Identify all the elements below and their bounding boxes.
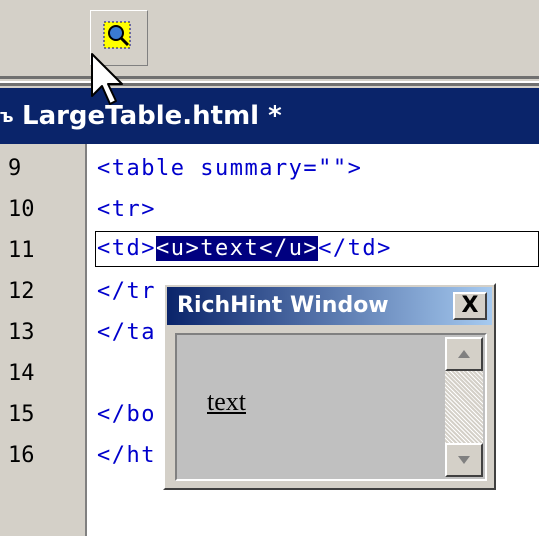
- mouse-pointer-icon: [91, 53, 123, 105]
- line-number: 9: [8, 156, 22, 181]
- scroll-down-button[interactable]: [445, 443, 483, 477]
- code-line[interactable]: <tr>: [97, 197, 156, 222]
- line-number: 15: [8, 402, 35, 427]
- code-line[interactable]: </bo: [97, 402, 156, 427]
- arrow-up-icon: [458, 350, 470, 358]
- line-number-gutter: 9 10 11 12 13 14 15 16: [0, 144, 85, 536]
- scroll-up-button[interactable]: [445, 337, 483, 371]
- line-number: 13: [8, 320, 35, 345]
- line-number: 12: [8, 279, 35, 304]
- document-title: LargeTable.html *: [22, 101, 282, 131]
- hint-window-title: RichHint Window: [177, 293, 389, 318]
- code-line-current[interactable]: <td><u>text</u></td>: [97, 236, 392, 261]
- code-line[interactable]: <table summary="">: [97, 156, 362, 181]
- code-segment: <td>: [97, 236, 156, 261]
- document-tab[interactable]: ъ LargeTable.html *: [0, 88, 539, 144]
- line-number: 14: [8, 361, 35, 386]
- selected-code: <u>text</u>: [155, 236, 319, 261]
- magnifier-icon: [103, 21, 131, 49]
- code-line[interactable]: </ta: [97, 320, 156, 345]
- hint-content-area: text: [175, 333, 487, 481]
- richhint-window: RichHint Window X text: [163, 283, 496, 490]
- line-number: 16: [8, 443, 35, 468]
- line-number: 11: [8, 238, 35, 263]
- hint-content-text: text: [207, 387, 246, 416]
- toolbar: [0, 0, 539, 72]
- hint-title-bar[interactable]: RichHint Window X: [167, 287, 492, 325]
- line-number: 10: [8, 197, 35, 222]
- arrow-down-icon: [458, 456, 470, 464]
- toolbar-separator: [0, 72, 539, 88]
- code-line[interactable]: </ht: [97, 443, 156, 468]
- code-segment: </td>: [318, 236, 392, 261]
- vertical-scrollbar[interactable]: [445, 337, 483, 477]
- close-button[interactable]: X: [453, 292, 487, 320]
- code-line[interactable]: </tr: [97, 279, 156, 304]
- html-file-icon: ъ: [0, 106, 14, 127]
